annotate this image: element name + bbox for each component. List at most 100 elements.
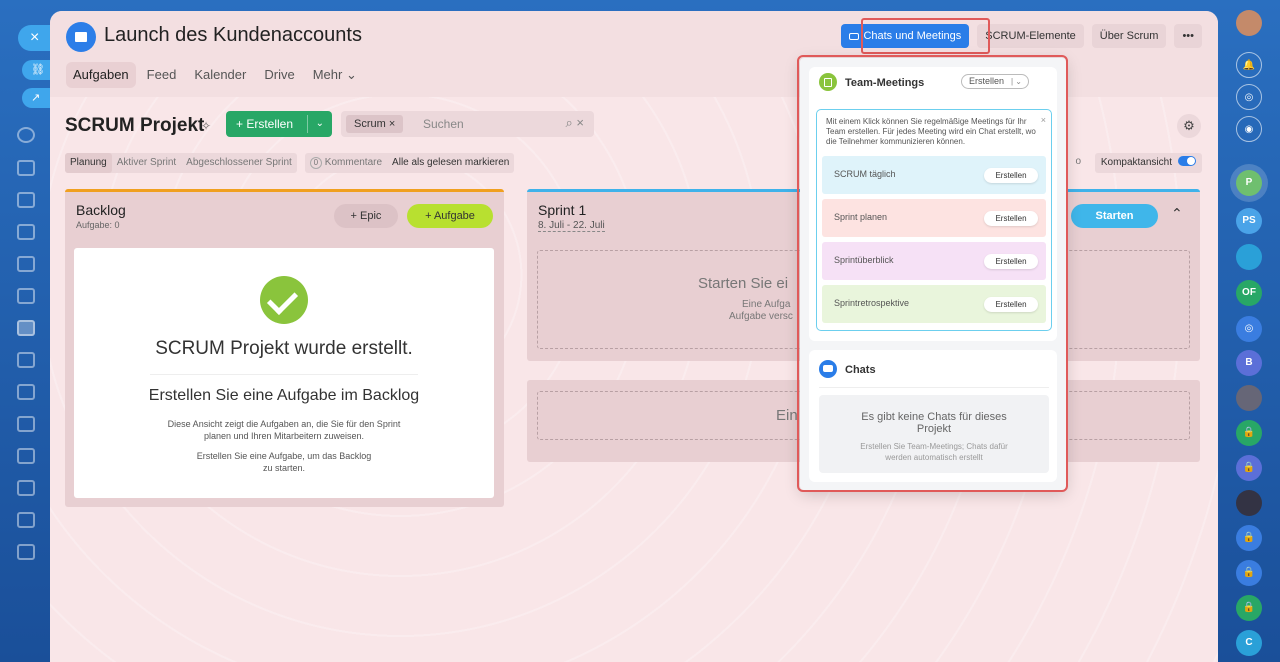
chat-user-avatar[interactable] bbox=[1236, 385, 1262, 411]
chat-avatar-of[interactable]: OF bbox=[1236, 280, 1262, 306]
chat-photo-avatar[interactable] bbox=[1236, 490, 1262, 516]
filter-chip[interactable]: Scrum × bbox=[346, 115, 404, 133]
chevron-down-icon: ⌄ bbox=[345, 67, 357, 82]
chat-avatar-ps[interactable]: PS bbox=[1236, 208, 1262, 234]
sidebar-contact-center-icon[interactable] bbox=[17, 480, 35, 496]
lock-chat-icon[interactable]: 🔒 bbox=[1236, 560, 1262, 586]
sidebar-chat-icon[interactable] bbox=[17, 192, 35, 208]
folder-icon bbox=[66, 22, 96, 52]
search-filter-box[interactable]: Scrum × Suchen ⌕ × bbox=[341, 111, 594, 137]
lock-chat-icon[interactable]: 🔒 bbox=[1236, 525, 1262, 551]
sidebar-crm-icon[interactable] bbox=[17, 256, 35, 272]
spiral-icon[interactable]: ◎ bbox=[1236, 84, 1262, 110]
new-sprint-text: Ein bbox=[776, 407, 798, 424]
tab-planning[interactable]: Planung bbox=[65, 153, 112, 173]
compact-label: Kompaktansicht bbox=[1100, 157, 1172, 168]
sidebar-news-icon[interactable] bbox=[17, 160, 35, 176]
sidebar-activity-icon[interactable] bbox=[17, 127, 35, 143]
open-new-window-button[interactable]: ↗ bbox=[22, 88, 50, 108]
scrum-elements-button[interactable]: SCRUM-Elemente bbox=[977, 24, 1084, 48]
sprint-drop-title: Starten Sie ei bbox=[698, 275, 789, 292]
sidebar-calendar-icon[interactable] bbox=[17, 224, 35, 240]
view-filters: Planung Aktiver Sprint Abgeschlossener S… bbox=[65, 153, 515, 173]
chevron-down-icon[interactable]: ⌄ bbox=[316, 111, 324, 137]
tab-feed[interactable]: Feed bbox=[140, 62, 184, 88]
close-icon[interactable]: × bbox=[389, 118, 395, 130]
add-epic-button[interactable]: + Epic bbox=[334, 204, 398, 228]
comments-count: 0 bbox=[309, 157, 322, 169]
project-nav: Aufgaben Feed Kalender Drive Mehr ⌄ bbox=[66, 62, 364, 88]
chat-spiral-icon[interactable]: ◎ bbox=[1236, 316, 1262, 342]
video-camera-icon bbox=[849, 33, 860, 40]
sidebar-tasks-icon[interactable] bbox=[17, 320, 35, 336]
more-menu-button[interactable]: ••• bbox=[1174, 24, 1202, 48]
lock-chat-icon[interactable]: 🔒 bbox=[1236, 420, 1262, 446]
messenger-icon[interactable]: ◉ bbox=[1236, 116, 1262, 142]
search-icon[interactable]: ⌕ × bbox=[566, 115, 584, 131]
gear-icon[interactable]: ⚙ bbox=[1177, 114, 1201, 138]
view-tabs: Planung Aktiver Sprint Abgeschlossener S… bbox=[65, 153, 297, 173]
add-task-button[interactable]: + Aufgabe bbox=[407, 204, 493, 228]
highlight-frame bbox=[861, 18, 990, 54]
backlog-column: Backlog Aufgabe: 0 + Epic + Aufgabe SCRU… bbox=[65, 189, 504, 507]
sidebar-filter-icon[interactable] bbox=[17, 448, 35, 464]
project-title: Launch des Kundenaccounts bbox=[104, 24, 362, 46]
highlight-frame bbox=[797, 55, 1068, 492]
comments-filter[interactable]: 0 Kommentare bbox=[305, 153, 387, 173]
chat-avatar-p[interactable]: P bbox=[1236, 170, 1262, 196]
sprint-drop-text: Aufgabe versc bbox=[729, 311, 793, 322]
mark-all-read-button[interactable]: Alle als gelesen markieren bbox=[387, 153, 514, 173]
chevron-up-icon[interactable]: ⌄ bbox=[1171, 204, 1183, 221]
partial-label: o bbox=[1075, 156, 1081, 167]
divider bbox=[307, 115, 308, 133]
comments-label: Kommentare bbox=[324, 157, 383, 168]
copy-link-button[interactable]: ⛓ bbox=[22, 60, 50, 80]
chat-avatar-c[interactable]: C bbox=[1236, 630, 1262, 656]
about-scrum-button[interactable]: Über Scrum bbox=[1091, 24, 1167, 48]
toggle-switch[interactable] bbox=[1178, 156, 1196, 166]
created-message: SCRUM Projekt wurde erstellt. bbox=[155, 338, 413, 359]
tab-drive[interactable]: Drive bbox=[257, 62, 301, 88]
backlog-title: Backlog bbox=[76, 202, 126, 218]
divider bbox=[150, 374, 418, 375]
epic-label: Epic bbox=[360, 210, 382, 222]
create-task-heading: Erstellen Sie eine Aufgabe im Backlog bbox=[148, 387, 420, 404]
tab-aufgaben[interactable]: Aufgaben bbox=[66, 62, 136, 88]
start-sprint-button[interactable]: Starten bbox=[1071, 204, 1158, 228]
close-slider-button[interactable]: × bbox=[18, 25, 52, 51]
checkmark-icon bbox=[260, 276, 308, 324]
user-avatar[interactable] bbox=[1236, 10, 1262, 36]
lock-chat-icon[interactable]: 🔒 bbox=[1236, 595, 1262, 621]
tab-completed-sprint[interactable]: Abgeschlossener Sprint bbox=[181, 153, 297, 173]
search-input[interactable]: Suchen bbox=[423, 117, 464, 131]
notifications-bell-icon[interactable]: 🔔 bbox=[1236, 52, 1262, 78]
sidebar-store-icon[interactable] bbox=[17, 512, 35, 528]
tab-kalender[interactable]: Kalender bbox=[187, 62, 253, 88]
sidebar-mail-icon[interactable] bbox=[17, 352, 35, 368]
chat-group-icon[interactable] bbox=[1236, 244, 1262, 270]
pin-icon[interactable]: ✧ bbox=[201, 119, 211, 133]
sprint-dates[interactable]: 8. Juli - 22. Juli bbox=[538, 220, 605, 232]
backlog-hint: Erstellen Sie eine Aufgabe, um das Backl… bbox=[196, 451, 372, 473]
backlog-empty-card: SCRUM Projekt wurde erstellt. Erstellen … bbox=[74, 248, 494, 498]
create-button-label: Erstellen bbox=[246, 117, 294, 131]
filter-chip-label: Scrum bbox=[354, 118, 386, 130]
lock-chat-icon[interactable]: 🔒 bbox=[1236, 455, 1262, 481]
task-label: Aufgabe bbox=[433, 210, 475, 222]
sprint-title: Sprint 1 bbox=[538, 202, 587, 218]
tab-more-label: Mehr bbox=[312, 67, 343, 82]
sidebar-shop-icon[interactable] bbox=[17, 544, 35, 560]
compact-view-toggle[interactable]: Kompaktansicht bbox=[1094, 153, 1202, 173]
sidebar-automation-icon[interactable] bbox=[17, 384, 35, 400]
right-sidebar: 🔔 ◎ ◉ P PS OF ◎ B 🔒 🔒 🔒 🔒 🔒 C bbox=[1218, 0, 1280, 662]
sidebar-sites-icon[interactable] bbox=[17, 288, 35, 304]
sidebar-sign-icon[interactable] bbox=[17, 416, 35, 432]
chat-b-icon[interactable]: B bbox=[1236, 350, 1262, 376]
comments-group: 0 Kommentare Alle als gelesen markieren bbox=[304, 153, 515, 173]
create-button[interactable]: + Erstellen ⌄ bbox=[226, 111, 332, 137]
backlog-description: Diese Ansicht zeigt die Aufgaben an, die… bbox=[167, 419, 401, 441]
sprint-drop-text: Eine Aufga bbox=[742, 299, 791, 310]
tab-more[interactable]: Mehr ⌄ bbox=[306, 62, 364, 88]
left-sidebar: × ⛓ ↗ bbox=[0, 0, 52, 662]
tab-active-sprint[interactable]: Aktiver Sprint bbox=[112, 153, 181, 173]
